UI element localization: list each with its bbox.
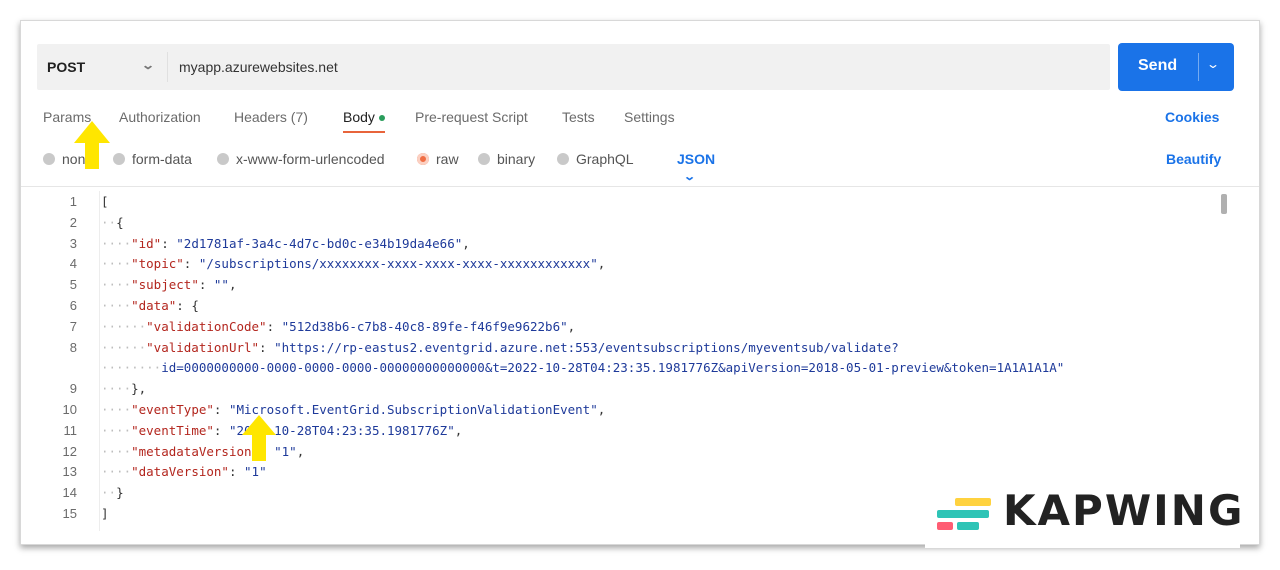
code-text: ····"topic": "/subscriptions/xxxxxxxx-xx… (101, 256, 606, 272)
editor-scrollbar[interactable] (1221, 194, 1227, 214)
code-line[interactable]: ········id=0000000000-0000-0000-0000-000… (21, 360, 1221, 380)
line-number: 10 (62, 402, 77, 417)
code-text: ········id=0000000000-0000-0000-0000-000… (101, 360, 1065, 376)
line-number: 1 (69, 194, 77, 209)
radio-binary[interactable]: binary (478, 151, 535, 167)
method-select[interactable]: POST ⌄ (37, 44, 167, 90)
line-number: 5 (69, 277, 77, 293)
code-line[interactable]: 12 ····"metadataVersion": "1", (21, 444, 1221, 464)
tab-tests[interactable]: Tests (562, 109, 595, 125)
line-number: 14 (62, 485, 77, 501)
tab-label: Settings (624, 109, 675, 125)
code-text: ····"eventTime": "2022-10-28T04:23:35.19… (101, 422, 463, 438)
kapwing-logo-icon (937, 498, 991, 530)
url-bar: POST ⌄ (37, 44, 1110, 90)
radio-x-www-form-urlencoded[interactable]: x-www-form-urlencoded (217, 151, 385, 167)
code-text: ··} (101, 485, 124, 501)
line-number: 15 (62, 506, 77, 521)
code-line[interactable]: 9 ····}, (21, 381, 1221, 401)
line-number: 11 (63, 422, 78, 438)
postman-request-window: POST ⌄ Send ⌄ Params Authorization Heade… (20, 20, 1260, 545)
code-text: ····"subject": "", (101, 277, 237, 293)
tab-label: Headers (7) (234, 109, 308, 125)
line-number: 12 (62, 443, 77, 459)
send-label: Send (1138, 57, 1178, 74)
tab-headers[interactable]: Headers (7) (234, 109, 308, 125)
code-line[interactable]: 2 ··{ (21, 215, 1221, 235)
code-text: ······"validationUrl": "https://rp-eastu… (101, 339, 899, 355)
tab-label: Authorization (119, 109, 201, 125)
code-text: ····"dataVersion": "1" (101, 464, 267, 480)
tab-body[interactable]: Body (343, 109, 385, 133)
divider (1198, 53, 1199, 81)
url-input[interactable] (179, 44, 1079, 90)
code-line[interactable]: 1[ (21, 194, 1221, 214)
code-line[interactable]: 10 ····"eventType": "Microsoft.EventGrid.… (21, 402, 1221, 422)
radio-form-data[interactable]: form-data (113, 151, 192, 167)
radio-label: form-data (132, 151, 192, 167)
radio-icon (217, 153, 229, 165)
line-number: 7 (69, 318, 77, 334)
divider (167, 52, 168, 82)
code-text: ··{ (101, 214, 124, 230)
radio-icon (43, 153, 55, 165)
radio-icon (557, 153, 569, 165)
radio-label: raw (436, 151, 459, 167)
code-line[interactable]: 6 ····"data": { (21, 298, 1221, 318)
code-line[interactable]: 11 ····"eventTime": "2022-10-28T04:23:35.… (21, 423, 1221, 443)
line-number: 13 (62, 464, 77, 480)
code-text: ····"id": "2d1781af-3a4c-4d7c-bd0c-e34b1… (101, 235, 470, 251)
watermark-text: KAPWING (1003, 486, 1245, 535)
method-label: POST (47, 59, 86, 75)
code-text: ····"eventType": "Microsoft.EventGrid.Su… (101, 402, 606, 417)
code-line[interactable]: 3 ····"id": "2d1781af-3a4c-4d7c-bd0c-e34b… (21, 236, 1221, 256)
radio-icon (478, 153, 490, 165)
chevron-down-icon[interactable]: ⌄ (1206, 57, 1220, 71)
active-tab-underline (343, 131, 385, 133)
line-number: 6 (69, 298, 77, 313)
modified-dot-icon (378, 115, 385, 122)
radio-label: binary (497, 151, 536, 167)
send-button[interactable]: Send ⌄ (1118, 43, 1234, 91)
chevron-down-icon: ⌄ (140, 58, 156, 72)
line-number: 2 (69, 214, 77, 230)
line-number: 8 (69, 339, 77, 355)
radio-label: GraphQL (576, 151, 634, 167)
tab-label: Pre-request Script (415, 109, 528, 125)
cookies-link[interactable]: Cookies (1165, 109, 1219, 125)
line-number: 9 (69, 381, 77, 397)
kapwing-watermark: KAPWING (925, 478, 1242, 548)
code-text: [ (101, 194, 109, 209)
tab-label: Tests (562, 109, 595, 125)
code-line[interactable]: 5 ····"subject": "", (21, 277, 1221, 297)
beautify-button[interactable]: Beautify (1166, 151, 1221, 167)
divider (21, 186, 1259, 187)
line-number: 4 (69, 256, 77, 272)
tab-settings[interactable]: Settings (624, 109, 675, 125)
code-text: ] (101, 506, 109, 521)
code-text: ····}, (101, 381, 147, 397)
code-line[interactable]: 7 ······"validationCode": "512d38b6-c7b8-… (21, 319, 1221, 339)
code-text: ····"data": { (101, 298, 199, 313)
radio-graphql[interactable]: GraphQL (557, 151, 634, 167)
code-line[interactable]: 4 ····"topic": "/subscriptions/xxxxxxxx-x… (21, 256, 1221, 276)
code-text: ······"validationCode": "512d38b6-c7b8-4… (101, 318, 576, 334)
code-line[interactable]: 8 ······"validationUrl": "https://rp-east… (21, 340, 1221, 360)
radio-selected-icon (417, 153, 429, 165)
body-format-label: JSON (677, 151, 716, 167)
radio-label: x-www-form-urlencoded (236, 151, 385, 167)
body-format-select[interactable]: JSON ⌄ (677, 151, 715, 183)
chevron-down-icon: ⌄ (683, 171, 697, 183)
tab-pre-request-script[interactable]: Pre-request Script (415, 109, 528, 125)
tab-label: Body (343, 109, 375, 125)
tab-authorization[interactable]: Authorization (119, 109, 201, 125)
radio-raw[interactable]: raw (417, 151, 459, 167)
line-number: 3 (69, 235, 77, 251)
